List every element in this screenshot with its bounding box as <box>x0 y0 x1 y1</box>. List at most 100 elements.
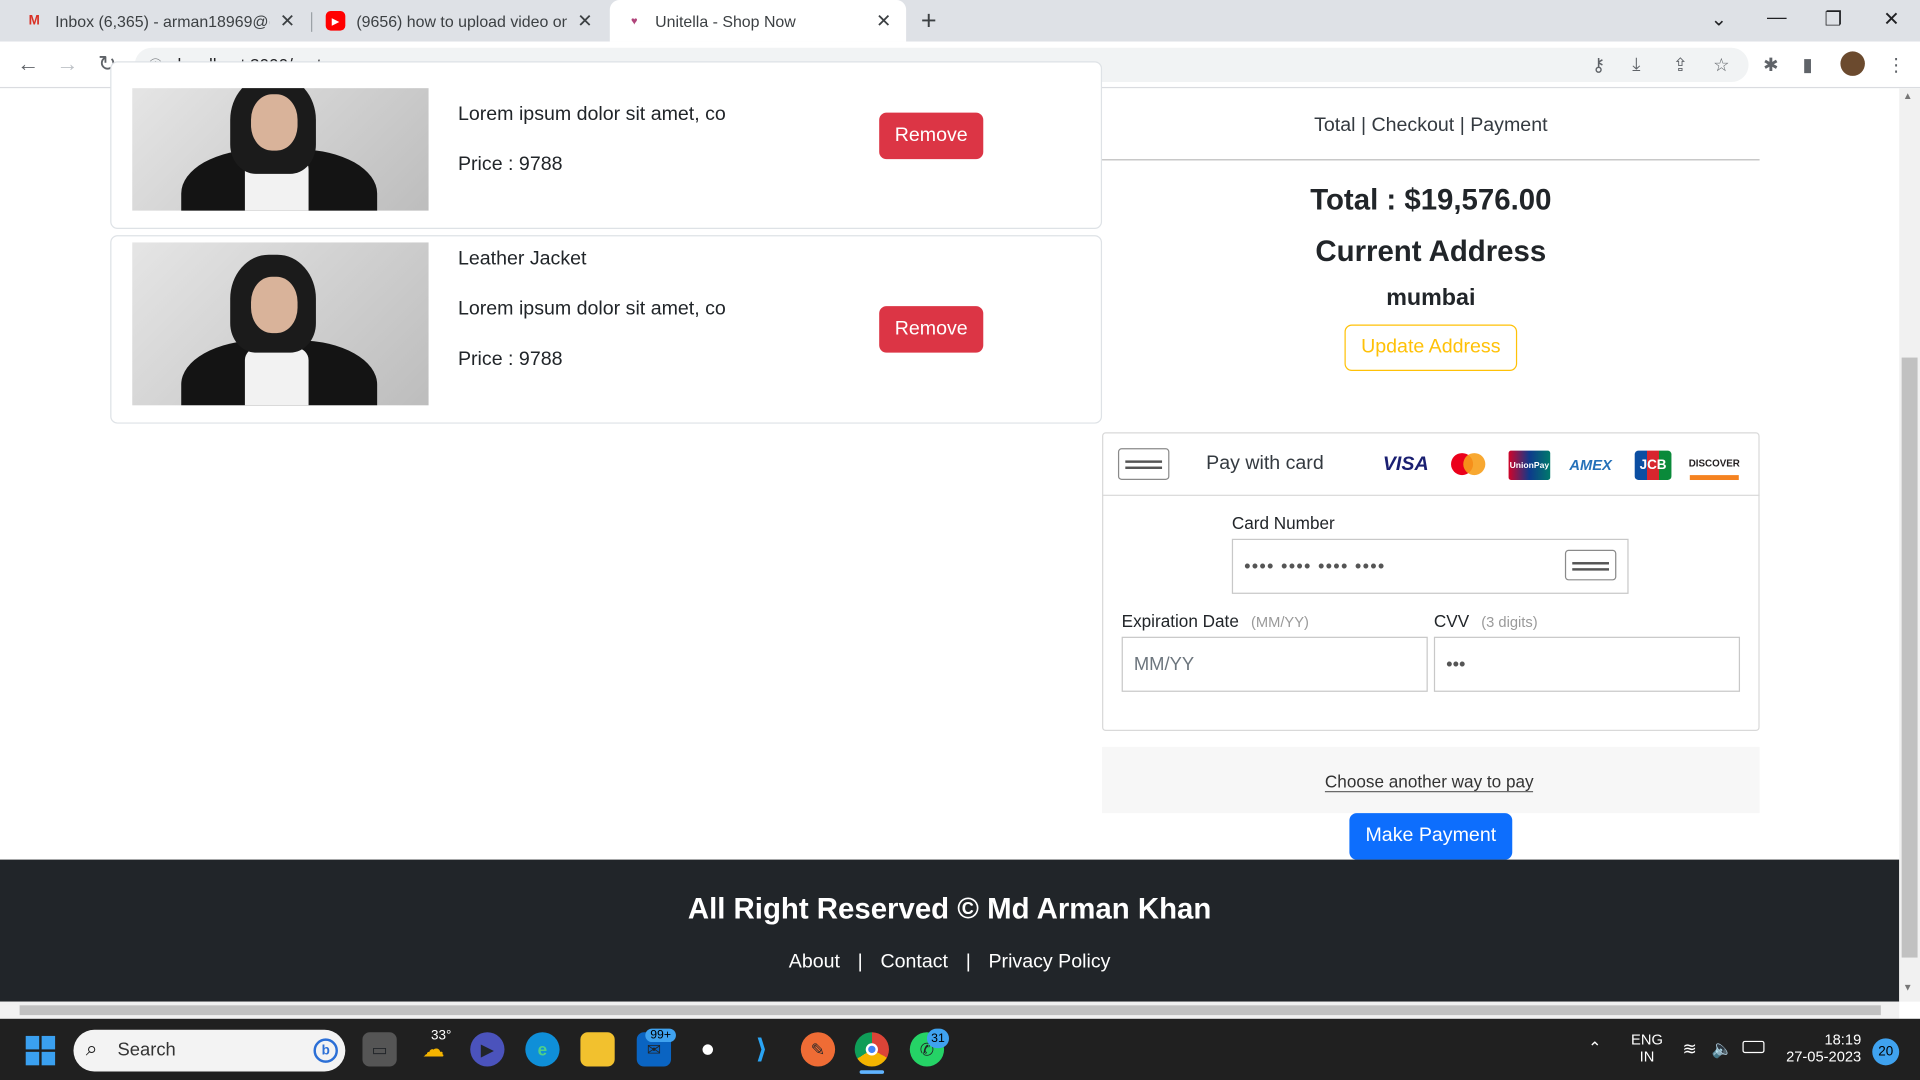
scroll-up-icon[interactable]: ▲ <box>1903 91 1913 102</box>
expiry-hint: (MM/YY) <box>1250 613 1309 631</box>
close-tab-icon[interactable]: ✕ <box>876 10 891 32</box>
bing-icon[interactable]: b <box>313 1038 338 1063</box>
mastercard-icon <box>1449 451 1488 480</box>
tab-search-icon[interactable]: ⌄ <box>1711 7 1727 31</box>
back-icon[interactable]: ← <box>17 51 39 77</box>
teams-chat-icon[interactable]: ▶ <box>470 1032 505 1067</box>
remove-button[interactable]: Remove <box>879 112 984 160</box>
task-view-icon[interactable]: ▭ <box>362 1032 397 1067</box>
language-indicator[interactable]: ENG IN <box>1631 1031 1663 1065</box>
edge-icon[interactable]: e <box>525 1032 560 1067</box>
postman-icon[interactable]: ✎ <box>800 1032 836 1067</box>
jcb-icon: JCB <box>1634 450 1672 481</box>
extensions-icon[interactable]: ✱ <box>1763 54 1778 76</box>
item-price: Price : 9788 <box>457 154 563 176</box>
cvv-hint: (3 digits) <box>1481 613 1538 631</box>
product-image <box>132 242 429 406</box>
footer-link-contact[interactable]: Contact <box>880 951 948 972</box>
update-address-button[interactable]: Update Address <box>1344 324 1518 372</box>
bookmark-star-icon[interactable]: ☆ <box>1713 54 1729 76</box>
summary-divider <box>1102 159 1760 161</box>
share-icon[interactable]: ⇪ <box>1673 54 1688 76</box>
clock-date: 27-05-2023 <box>1786 1048 1862 1066</box>
discover-icon: DISCOVER <box>1689 451 1740 481</box>
tab-gmail[interactable]: M Inbox (6,365) - arman18969@gm ✕ <box>10 0 310 42</box>
maximize-icon[interactable]: ❐ <box>1825 7 1843 31</box>
windows-start-icon[interactable] <box>25 1035 56 1066</box>
close-tab-icon[interactable]: ✕ <box>577 10 592 32</box>
wifi-icon[interactable]: ≋ <box>1682 1038 1696 1059</box>
footer-separator: | <box>857 951 863 973</box>
minimize-icon[interactable]: — <box>1767 7 1787 29</box>
item-name: Leather Jacket <box>457 248 587 270</box>
expiry-input[interactable]: MM/YY <box>1121 636 1428 692</box>
vscode-icon[interactable]: ⟩ <box>744 1032 778 1066</box>
side-panel-icon[interactable]: ▮ <box>1802 54 1812 76</box>
amex-icon: AMEX <box>1569 456 1612 474</box>
pay-with-card-title: Pay with card <box>1206 453 1324 474</box>
cvv-input[interactable]: ••• <box>1433 636 1741 692</box>
unionpay-icon: UnionPay <box>1508 450 1551 481</box>
item-description: Lorem ipsum dolor sit amet, co <box>457 298 726 320</box>
notification-badge[interactable]: 20 <box>1872 1038 1900 1066</box>
mongodb-compass-icon[interactable]: ● <box>691 1032 725 1066</box>
tab-title: (9656) how to upload video on g <box>356 11 568 31</box>
close-window-icon[interactable]: ✕ <box>1883 7 1899 31</box>
horizontal-scroll-thumb[interactable] <box>19 1005 1881 1016</box>
footer-link-about[interactable]: About <box>789 951 840 972</box>
menu-kebab-icon[interactable]: ⋮ <box>1887 54 1905 76</box>
clock[interactable]: 18:19 27-05-2023 <box>1783 1031 1861 1065</box>
credit-card-icon <box>1117 448 1170 481</box>
footer-copyright: All Right Reserved © Md Arman Khan <box>687 892 1212 926</box>
payment-divider <box>1102 494 1760 496</box>
weather-temp: 33° <box>431 1028 452 1044</box>
new-tab-icon[interactable]: + <box>921 5 937 37</box>
active-app-indicator <box>859 1070 885 1074</box>
install-icon[interactable]: ⤓ <box>1632 54 1640 75</box>
password-key-icon[interactable]: ⚷ <box>1592 54 1605 76</box>
whatsapp-badge: 31 <box>926 1028 949 1049</box>
summary-heading-clipped <box>1102 88 1760 93</box>
tab-title: Inbox (6,365) - arman18969@gm <box>55 11 270 31</box>
forward-icon[interactable]: → <box>56 51 78 77</box>
footer-link-privacy[interactable]: Privacy Policy <box>988 951 1110 972</box>
footer <box>0 859 1900 1002</box>
cart-total: Total : $19,576.00 <box>1310 183 1552 217</box>
taskbar-search-box[interactable] <box>73 1029 346 1072</box>
item-price: Price : 9788 <box>457 348 563 370</box>
search-icon: ⌕ <box>85 1037 98 1061</box>
summary-subheading: Total | Checkout | Payment <box>1314 115 1548 136</box>
expiry-label: Expiration Date (MM/YY) <box>1121 611 1309 631</box>
profile-avatar[interactable] <box>1840 51 1865 76</box>
youtube-icon: ▶ <box>325 11 346 31</box>
cvv-label: CVV (3 digits) <box>1433 611 1538 631</box>
tray-overflow-icon[interactable]: ⌃ <box>1588 1038 1601 1058</box>
card-number-label: Card Number <box>1231 513 1335 533</box>
tab-title: Unitella - Shop Now <box>655 11 796 31</box>
scroll-down-icon[interactable]: ▼ <box>1903 982 1913 993</box>
vertical-scroll-thumb[interactable] <box>1901 357 1918 958</box>
address-value: mumbai <box>1386 285 1476 312</box>
battery-icon[interactable] <box>1742 1040 1765 1054</box>
close-tab-icon[interactable]: ✕ <box>280 10 295 32</box>
file-explorer-icon[interactable] <box>580 1032 615 1067</box>
choose-another-way-link[interactable]: Choose another way to pay <box>1324 771 1534 793</box>
region-code: IN <box>1639 1048 1655 1066</box>
chrome-icon[interactable] <box>854 1032 889 1067</box>
taskbar-search-text: Search <box>117 1039 176 1061</box>
site-icon: ♥ <box>631 14 638 27</box>
address-heading: Current Address <box>1315 235 1547 269</box>
card-type-icon <box>1564 549 1617 581</box>
tab-unitella[interactable]: ♥ Unitella - Shop Now ✕ <box>609 0 907 42</box>
language-code: ENG <box>1631 1031 1663 1049</box>
remove-button[interactable]: Remove <box>879 306 984 353</box>
tab-youtube[interactable]: ▶ (9656) how to upload video on g ✕ <box>311 0 607 42</box>
volume-icon[interactable]: 🔈 <box>1712 1038 1733 1059</box>
clock-time: 18:19 <box>1824 1031 1862 1049</box>
footer-separator: | <box>965 951 971 973</box>
gmail-icon: M <box>28 13 40 29</box>
product-image <box>132 88 429 211</box>
item-description: Lorem ipsum dolor sit amet, co <box>457 104 726 125</box>
visa-icon: VISA <box>1382 454 1429 476</box>
make-payment-button[interactable]: Make Payment <box>1349 813 1513 860</box>
